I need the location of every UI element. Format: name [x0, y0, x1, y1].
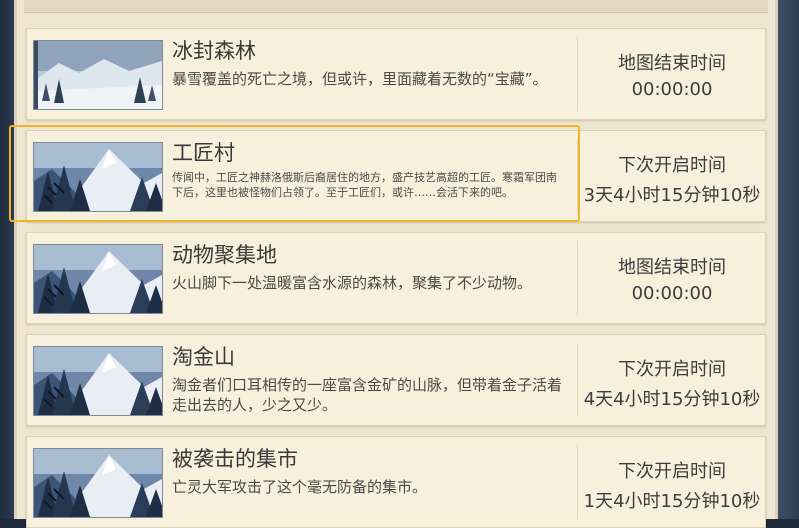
- status-label: 地图结束时间: [618, 53, 726, 74]
- status-timer: 1天4小时15分钟10秒: [583, 491, 761, 512]
- map-name: 工匠村: [172, 141, 235, 165]
- status-timer: 00:00:00: [631, 283, 713, 304]
- card-divider: [577, 139, 578, 213]
- map-status: 下次开启时间 4天4小时15分钟10秒: [579, 335, 765, 425]
- map-status: 地图结束时间 00:00:00: [579, 233, 765, 323]
- card-divider: [577, 445, 578, 519]
- map-description: 火山脚下一处温暖富含水源的森林，聚集了不少动物。: [172, 274, 533, 292]
- map-name: 动物聚集地: [172, 243, 277, 267]
- snowy-forest-thumbnail: [33, 40, 163, 110]
- map-card-craftsman-village[interactable]: 工匠村 传闻中，工匠之神赫洛俄斯后裔居住的地方，盛产技艺高超的工匠。寒霜军团南下…: [26, 130, 766, 222]
- map-info: 被袭击的集市 亡灵大军攻击了这个毫无防备的集市。: [27, 437, 575, 527]
- map-description: 传闻中，工匠之神赫洛俄斯后裔居住的地方，盛产技艺高超的工匠。寒霜军团南下后，这里…: [172, 171, 557, 199]
- mountain-forest-thumbnail: [33, 142, 163, 212]
- card-divider: [577, 37, 578, 111]
- mountain-forest-thumbnail: [33, 346, 163, 416]
- panel-top-edge: [24, 0, 768, 13]
- map-card-frozen-forest[interactable]: 冰封森林 暴雪覆盖的死亡之境，但或许，里面藏着无数的“宝藏”。 地图结束时间 0…: [26, 28, 766, 120]
- map-status: 地图结束时间 00:00:00: [579, 29, 765, 119]
- map-info: 动物聚集地 火山脚下一处温暖富含水源的森林，聚集了不少动物。: [27, 233, 575, 323]
- map-status: 下次开启时间 3天4小时15分钟10秒: [579, 131, 765, 221]
- map-description: 暴雪覆盖的死亡之境，但或许，里面藏着无数的“宝藏”。: [172, 70, 548, 88]
- card-divider: [577, 241, 578, 315]
- map-name: 被袭击的集市: [172, 447, 298, 471]
- map-info: 冰封森林 暴雪覆盖的死亡之境，但或许，里面藏着无数的“宝藏”。: [27, 29, 575, 119]
- map-name: 淘金山: [172, 345, 235, 369]
- mountain-forest-thumbnail: [33, 244, 163, 314]
- map-name: 冰封森林: [172, 39, 256, 63]
- mountain-forest-thumbnail: [33, 448, 163, 518]
- map-card-gold-mountain[interactable]: 淘金山 淘金者们口耳相传的一座富含金矿的山脉，但带着金子活着走出去的人，少之又少…: [26, 334, 766, 426]
- status-label: 地图结束时间: [618, 257, 726, 278]
- map-info: 淘金山 淘金者们口耳相传的一座富含金矿的山脉，但带着金子活着走出去的人，少之又少…: [27, 335, 575, 425]
- status-label: 下次开启时间: [618, 155, 726, 176]
- map-card-raided-market[interactable]: 被袭击的集市 亡灵大军攻击了这个毫无防备的集市。 下次开启时间 1天4小时15分…: [26, 436, 766, 528]
- map-status: 下次开启时间 1天4小时15分钟10秒: [579, 437, 765, 527]
- status-timer: 3天4小时15分钟10秒: [583, 185, 761, 206]
- status-timer: 00:00:00: [631, 79, 713, 100]
- status-label: 下次开启时间: [618, 461, 726, 482]
- map-card-animal-gathering[interactable]: 动物聚集地 火山脚下一处温暖富含水源的森林，聚集了不少动物。 地图结束时间 00…: [26, 232, 766, 324]
- map-info: 工匠村 传闻中，工匠之神赫洛俄斯后裔居住的地方，盛产技艺高超的工匠。寒霜军团南下…: [27, 131, 575, 221]
- map-description: 淘金者们口耳相传的一座富含金矿的山脉，但带着金子活着走出去的人，少之又少。: [172, 376, 563, 414]
- map-description: 亡灵大军攻击了这个毫无防备的集市。: [172, 478, 428, 496]
- status-timer: 4天4小时15分钟10秒: [583, 389, 761, 410]
- status-label: 下次开启时间: [618, 359, 726, 380]
- card-divider: [577, 343, 578, 417]
